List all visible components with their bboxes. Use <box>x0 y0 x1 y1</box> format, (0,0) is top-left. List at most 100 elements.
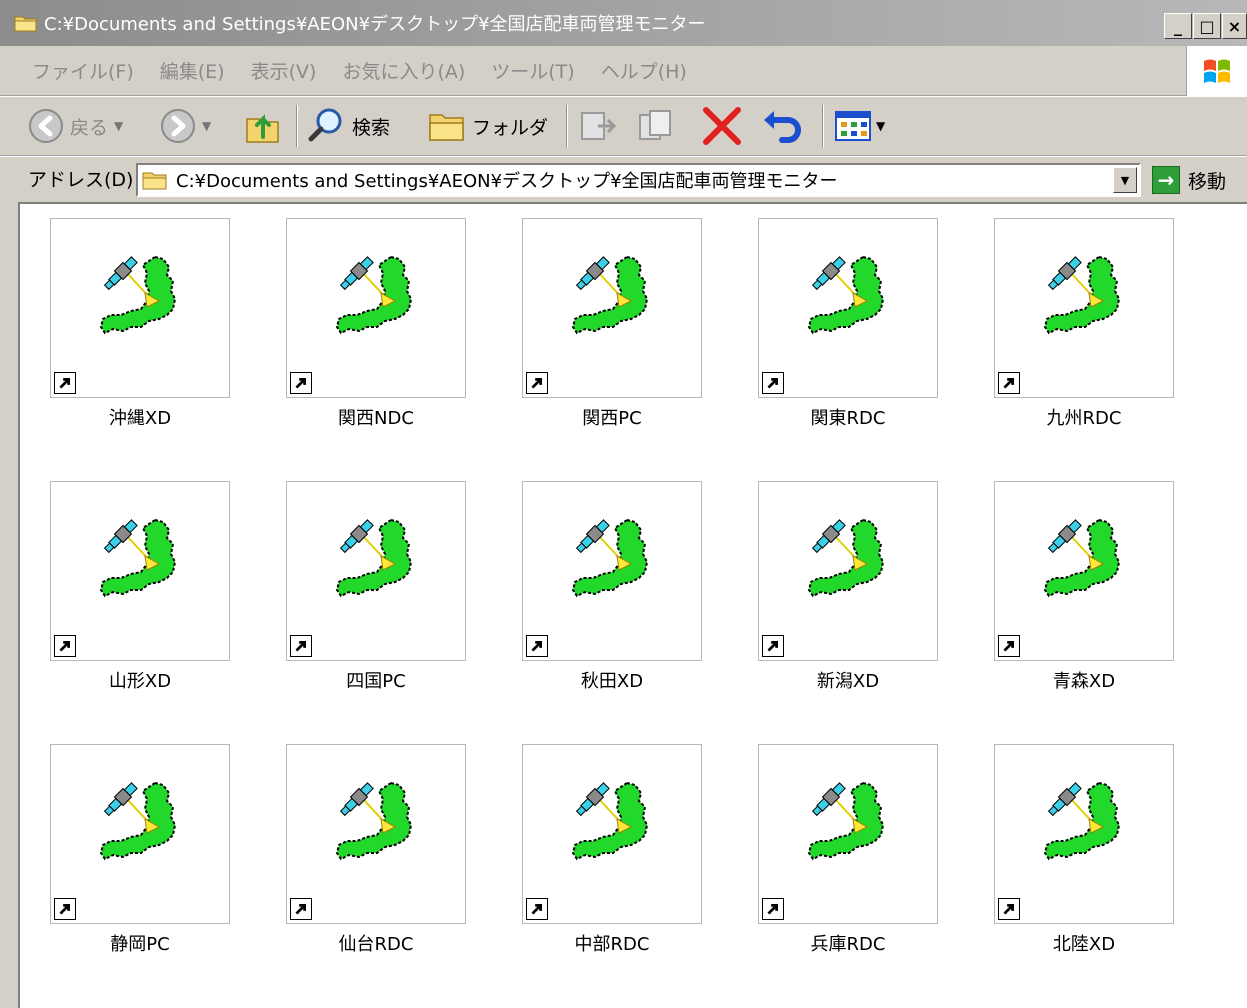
delete-button[interactable] <box>700 97 744 155</box>
thumbnail-frame[interactable] <box>994 481 1174 661</box>
move-to-icon <box>581 112 617 140</box>
file-item[interactable]: 沖縄XD <box>50 218 232 448</box>
address-dropdown-button[interactable]: ▼ <box>1113 167 1137 193</box>
file-item[interactable]: 秋田XD <box>522 481 704 711</box>
menu-favorites[interactable]: お気に入り(A) <box>342 57 465 84</box>
shortcut-arrow-icon <box>54 635 76 657</box>
file-list-view[interactable]: 沖縄XD 関西NDC 関西PC 関東RDC 九州RDC 山形XD 四国PC 秋田… <box>18 202 1247 1008</box>
windows-logo-icon <box>1186 46 1247 96</box>
search-icon <box>308 108 342 142</box>
forward-button[interactable]: ▼ <box>160 97 211 155</box>
thumbnail-frame[interactable] <box>522 744 702 924</box>
file-label: 新潟XD <box>816 671 880 692</box>
close-icon: × <box>1227 16 1242 36</box>
thumbnail-frame[interactable] <box>522 481 702 661</box>
file-label: 静岡PC <box>110 934 170 955</box>
shortcut-arrow-icon <box>290 372 312 394</box>
title-bar[interactable]: C:¥Documents and Settings¥AEON¥デスクトップ¥全国… <box>0 0 1247 46</box>
go-arrow-icon: → <box>1152 166 1180 194</box>
thumbnail-frame[interactable] <box>758 744 938 924</box>
address-input[interactable]: C:¥Documents and Settings¥AEON¥デスクトップ¥全国… <box>136 163 1141 197</box>
delete-x-icon <box>703 107 741 145</box>
views-button[interactable]: ▼ <box>834 97 885 155</box>
shortcut-arrow-icon <box>526 898 548 920</box>
back-button[interactable]: 戻る ▼ <box>28 97 123 155</box>
maximize-icon: □ <box>1199 16 1215 36</box>
satellite-japan-map-icon <box>571 255 649 335</box>
up-folder-button[interactable] <box>244 97 282 155</box>
folder-icon <box>142 172 167 190</box>
thumbnail-frame[interactable] <box>522 218 702 398</box>
shortcut-arrow-icon <box>998 372 1020 394</box>
file-item[interactable]: 関西NDC <box>286 218 468 448</box>
minimize-button[interactable]: _ <box>1164 13 1192 39</box>
file-item[interactable]: 九州RDC <box>994 218 1176 448</box>
thumbnail-frame[interactable] <box>50 218 230 398</box>
up-folder-icon <box>246 114 279 143</box>
file-item[interactable]: 静岡PC <box>50 744 232 974</box>
forward-dropdown-icon[interactable]: ▼ <box>202 119 211 133</box>
satellite-japan-map-icon <box>1043 255 1121 335</box>
menu-file[interactable]: ファイル(F) <box>32 57 134 84</box>
undo-icon <box>764 111 801 143</box>
menu-bar: ファイル(F) 編集(E) 表示(V) お気に入り(A) ツール(T) ヘルプ(… <box>0 46 1247 96</box>
menu-help[interactable]: ヘルプ(H) <box>601 57 687 84</box>
thumbnail-frame[interactable] <box>286 218 466 398</box>
file-label: 関西NDC <box>338 408 414 429</box>
views-grid-icon <box>835 111 871 141</box>
thumbnail-frame[interactable] <box>286 744 466 924</box>
file-item[interactable]: 兵庫RDC <box>758 744 940 974</box>
search-label: 検索 <box>352 116 391 139</box>
shortcut-arrow-icon <box>54 372 76 394</box>
views-dropdown-icon[interactable]: ▼ <box>876 119 885 133</box>
satellite-japan-map-icon <box>335 518 413 598</box>
file-item[interactable]: 仙台RDC <box>286 744 468 974</box>
maximize-button[interactable]: □ <box>1193 13 1221 39</box>
file-item[interactable]: 北陸XD <box>994 744 1176 974</box>
file-label: 兵庫RDC <box>810 934 886 955</box>
menu-edit[interactable]: 編集(E) <box>160 57 225 84</box>
minimize-icon: _ <box>1174 16 1182 36</box>
go-button[interactable]: → 移動 <box>1152 163 1226 197</box>
satellite-japan-map-icon <box>1043 518 1121 598</box>
thumbnail-frame[interactable] <box>50 744 230 924</box>
thumbnail-frame[interactable] <box>286 481 466 661</box>
back-dropdown-icon[interactable]: ▼ <box>114 119 123 133</box>
search-button[interactable]: 検索 <box>306 97 390 155</box>
file-label: 関東RDC <box>810 408 886 429</box>
file-label: 中部RDC <box>574 934 650 955</box>
file-item[interactable]: 山形XD <box>50 481 232 711</box>
menu-tools[interactable]: ツール(T) <box>491 57 574 84</box>
thumbnail-frame[interactable] <box>50 481 230 661</box>
thumbnail-frame[interactable] <box>758 481 938 661</box>
close-button[interactable]: × <box>1222 13 1247 39</box>
file-item[interactable]: 青森XD <box>994 481 1176 711</box>
menu-view[interactable]: 表示(V) <box>251 57 317 84</box>
thumbnail-frame[interactable] <box>994 744 1174 924</box>
thumbnail-frame[interactable] <box>994 218 1174 398</box>
back-label: 戻る <box>70 116 109 139</box>
file-item[interactable]: 四国PC <box>286 481 468 711</box>
file-item[interactable]: 中部RDC <box>522 744 704 974</box>
address-label: アドレス(D) <box>28 169 134 191</box>
file-label: 関西PC <box>582 408 642 429</box>
file-item[interactable]: 関東RDC <box>758 218 940 448</box>
file-item[interactable]: 新潟XD <box>758 481 940 711</box>
thumbnail-frame[interactable] <box>758 218 938 398</box>
satellite-japan-map-icon <box>807 518 885 598</box>
satellite-japan-map-icon <box>1043 781 1121 861</box>
move-to-button[interactable] <box>578 97 618 155</box>
file-label: 秋田XD <box>580 671 644 692</box>
satellite-japan-map-icon <box>807 781 885 861</box>
explorer-window: C:¥Documents and Settings¥AEON¥デスクトップ¥全国… <box>0 0 1247 1008</box>
file-label: 四国PC <box>346 671 406 692</box>
undo-button[interactable] <box>760 97 804 155</box>
file-label: 北陸XD <box>1052 934 1116 955</box>
folder-icon <box>429 114 464 141</box>
satellite-japan-map-icon <box>571 781 649 861</box>
satellite-japan-map-icon <box>807 255 885 335</box>
folders-button[interactable]: フォルダ <box>428 97 548 155</box>
shortcut-arrow-icon <box>54 898 76 920</box>
copy-to-button[interactable] <box>636 97 680 155</box>
file-item[interactable]: 関西PC <box>522 218 704 448</box>
